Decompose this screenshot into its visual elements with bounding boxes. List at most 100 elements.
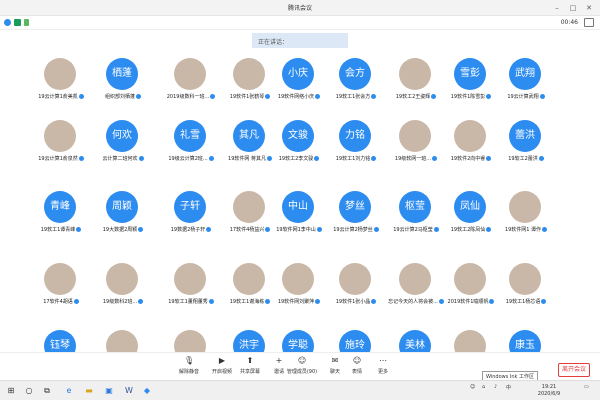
participant-tile[interactable]: 青峰 19软工1谭青峰: [30, 185, 92, 237]
participant-tile[interactable]: 19级软网一班...: [385, 114, 447, 166]
participant-tile[interactable]: 19软件网刘聚萍: [268, 257, 330, 309]
participant-name: 19级数科2班...: [92, 298, 154, 305]
participant-tile[interactable]: 康玉: [495, 324, 557, 352]
store-icon[interactable]: ▣: [104, 386, 114, 396]
tray-ime-icon[interactable]: 中: [506, 384, 511, 391]
participant-tile[interactable]: 17软件4胡语: [30, 257, 92, 309]
tencent-meeting-taskbar-icon[interactable]: ◆: [142, 386, 152, 396]
participant-tile[interactable]: 小庆 19软件网络小庆: [268, 52, 330, 104]
participant-name: 2019软件1喻顺帆: [440, 298, 502, 305]
participant-tile[interactable]: 19软件1张小晶: [325, 257, 387, 309]
participant-tile[interactable]: 19云计算1俞泉然: [30, 114, 92, 166]
participant-tile[interactable]: [160, 324, 222, 352]
participant-tile[interactable]: 19软件2向中睿: [440, 114, 502, 166]
participant-avatar: 凤仙: [454, 191, 486, 223]
participant-name: 19软件2向中睿: [440, 155, 502, 162]
emoji-icon: ☺: [352, 356, 362, 365]
word-icon[interactable]: W: [124, 386, 134, 396]
participant-tile[interactable]: 19软工1杨芯语: [495, 257, 557, 309]
muted-mic-icon: [138, 299, 144, 304]
participant-avatar: [399, 263, 431, 295]
windows-taskbar: ⊞ ○ ⧉ e ▬ ▣ W ◆ ☺ ⌂ ♪ 中 19:21 2020/6/9 ▭: [0, 380, 600, 400]
participant-name-text: 19软工2王姿辉: [395, 94, 431, 100]
participant-name-text: 云计算二班何欢: [102, 156, 138, 162]
invite-icon: +: [275, 356, 283, 365]
leave-meeting-button[interactable]: 离开会议: [558, 363, 590, 377]
participant-tile[interactable]: 栖蓬 组织部刘栖蓬: [92, 52, 154, 104]
participant-tile[interactable]: 学聪: [268, 324, 330, 352]
participant-tile[interactable]: 19级数科2班...: [92, 257, 154, 309]
participant-name: 19软工1董翔董秀: [160, 298, 222, 305]
tray-network-icon[interactable]: ⌂: [482, 384, 485, 390]
muted-mic-icon: [208, 299, 214, 304]
toolbar-item-members[interactable]: ☺ 管理成员(90): [285, 356, 319, 380]
tray-volume-icon[interactable]: ♪: [494, 384, 497, 390]
participant-name-text: 19软工1谭青峰: [40, 227, 76, 233]
ie-browser-icon[interactable]: e: [64, 386, 74, 396]
security-shield-icon[interactable]: [14, 19, 21, 26]
muted-mic-icon: [371, 94, 377, 99]
toolbar-item-more[interactable]: ⋯ 更多: [366, 356, 400, 380]
chat-icon: ✉: [331, 356, 339, 365]
participant-name: 19云计算1俞泉然: [30, 155, 92, 162]
participant-tile[interactable]: 会方 19软工1张会方: [325, 52, 387, 104]
participant-name: 19软工1刘力铭: [325, 155, 387, 162]
start-icon[interactable]: ⊞: [6, 386, 16, 396]
toolbar-item-label: 更多: [377, 369, 388, 375]
participant-tile[interactable]: 凤仙 19软工2陈凤仙: [440, 185, 502, 237]
meeting-info-icon[interactable]: [4, 19, 11, 26]
participant-avatar: 文骏: [282, 120, 314, 152]
muted-mic-icon: [206, 227, 212, 232]
participant-name: 19软件1陈雪彭: [440, 93, 502, 100]
participant-tile[interactable]: 忘记今天的人将会被...: [385, 257, 447, 309]
toolbar-item-microphone[interactable]: 🎙 解除静音: [172, 356, 206, 380]
participant-tile[interactable]: 周颖 19大数据2周颖: [92, 185, 154, 237]
participant-tile[interactable]: 礼雪 19级云计算2班...: [160, 114, 222, 166]
participant-tile[interactable]: [440, 324, 502, 352]
participant-tile[interactable]: 梦丝 19云计算2杨梦丝: [325, 185, 387, 237]
participant-avatar: [509, 263, 541, 295]
participant-tile[interactable]: 19软工1董翔董秀: [160, 257, 222, 309]
participant-tile[interactable]: 枢莹 19云计算2马枢莹: [385, 185, 447, 237]
participant-name-text: 19软工1杨芯语: [505, 299, 541, 305]
minimize-icon[interactable]: –: [550, 2, 564, 14]
participant-tile[interactable]: 雪彭 19软件1陈雪彭: [440, 52, 502, 104]
fullscreen-icon[interactable]: [584, 18, 594, 27]
search-icon[interactable]: ○: [24, 386, 34, 396]
participant-tile[interactable]: 武翔 19云计算武翔: [495, 52, 557, 104]
participant-name-text: 19软件2向中睿: [450, 156, 486, 162]
participant-tile[interactable]: 2019级数科一班...: [160, 52, 222, 104]
participant-tile[interactable]: 2019软件1喻顺帆: [440, 257, 502, 309]
participant-tile[interactable]: 施玲: [325, 324, 387, 352]
participant-tile[interactable]: 蕾洪 19软工2蕾洪: [495, 114, 557, 166]
participant-tile[interactable]: 中山 19软件网1李中山: [268, 185, 330, 237]
participant-tile[interactable]: 力铭 19软工1刘力铭: [325, 114, 387, 166]
participant-avatar: [454, 120, 486, 152]
participant-tile[interactable]: 19软件网1 谭作: [495, 185, 557, 237]
participant-tile[interactable]: 钰琴: [30, 324, 92, 352]
notification-icon[interactable]: ▭: [584, 384, 589, 390]
participant-avatar: 力铭: [339, 120, 371, 152]
close-icon[interactable]: ✕: [582, 2, 596, 14]
participant-tile[interactable]: 19云计算1俞美凯: [30, 52, 92, 104]
participant-name-text: 19软工1张会方: [335, 94, 371, 100]
participant-avatar: [106, 330, 138, 352]
taskbar-clock[interactable]: 19:21 2020/6/9: [524, 384, 574, 398]
participant-tile[interactable]: 19软工2王姿辉: [385, 52, 447, 104]
muted-mic-icon: [371, 156, 377, 161]
participant-avatar: 会方: [339, 58, 371, 90]
maximize-icon[interactable]: □: [566, 2, 580, 14]
participant-avatar: [399, 58, 431, 90]
tray-people-icon[interactable]: ☺: [470, 384, 475, 390]
participant-tile[interactable]: [92, 324, 154, 352]
muted-mic-icon: [486, 156, 492, 161]
task-view-icon[interactable]: ⧉: [42, 386, 52, 396]
file-explorer-icon[interactable]: ▬: [84, 386, 94, 396]
participant-tile[interactable]: 文骏 19软工2李文骏: [268, 114, 330, 166]
participant-name: 19云计算2马枢莹: [385, 226, 447, 233]
participant-tile[interactable]: 何欢 云计算二班何欢: [92, 114, 154, 166]
participant-name: 19软件1张小晶: [325, 298, 387, 305]
participant-tile[interactable]: 子轩 19数据2杨子轩: [160, 185, 222, 237]
participant-avatar: [44, 120, 76, 152]
participant-tile[interactable]: 美林: [385, 324, 447, 352]
